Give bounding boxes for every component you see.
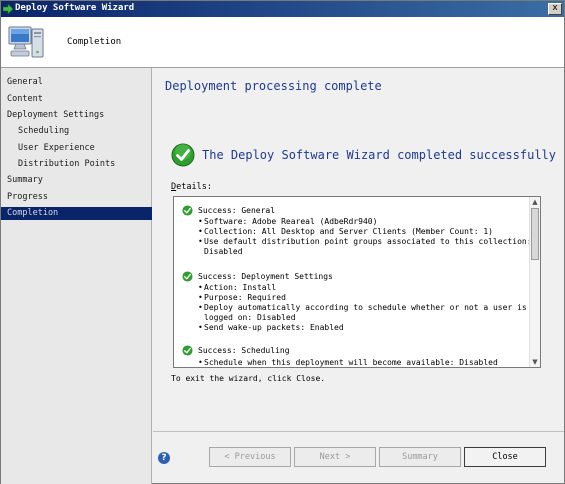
wizard-sidebar: General Content Deployment Settings Sche… — [1, 68, 152, 484]
exit-instructions: To exit the wizard, click Close. — [171, 374, 326, 383]
sidebar-item-label: Scheduling — [18, 126, 70, 136]
section-title: Success: Deployment Settings — [198, 272, 333, 281]
sidebar-item-label: Completion — [7, 208, 59, 218]
sidebar-item-completion[interactable]: Completion — [1, 207, 152, 220]
detail-bullet-continuation: logged on: Disabled — [204, 313, 296, 322]
section-title: Success: General — [198, 206, 276, 215]
sidebar-item-label: Deployment Settings — [7, 110, 105, 120]
sidebar-item-label: Content — [7, 94, 43, 104]
success-check-icon — [182, 205, 193, 216]
close-button[interactable]: Close — [464, 447, 546, 467]
page-title: Completion — [67, 37, 122, 47]
detail-bullet: Action: Install — [198, 283, 276, 293]
success-message: The Deploy Software Wizard completed suc… — [202, 148, 557, 162]
scroll-thumb[interactable] — [531, 208, 539, 260]
sidebar-item-deployment-settings[interactable]: Deployment Settings — [1, 109, 152, 122]
next-button[interactable]: Next > — [294, 447, 376, 467]
sidebar-item-label: User Experience — [18, 143, 95, 153]
success-check-icon — [182, 271, 193, 282]
window-title: Deploy Software Wizard — [15, 3, 135, 13]
sidebar-item-progress[interactable]: Progress — [1, 191, 152, 204]
sidebar-item-summary[interactable]: Summary — [1, 174, 152, 187]
success-check-icon — [182, 345, 193, 356]
sidebar-item-user-experience[interactable]: User Experience — [1, 142, 152, 155]
summary-button[interactable]: Summary — [379, 447, 461, 467]
detail-bullet: Software: Adobe Reareal (AdbeRdr940) — [198, 217, 377, 227]
section-title: Success: Scheduling — [198, 346, 290, 355]
sidebar-item-label: Summary — [7, 175, 43, 185]
details-textbox[interactable]: Success: General Software: Adobe Reareal… — [173, 196, 541, 368]
computer-icon — [8, 26, 44, 58]
details-label-rest: etails: — [176, 182, 212, 192]
help-icon[interactable]: ? — [158, 452, 170, 464]
main-heading: Deployment processing complete — [165, 79, 382, 93]
wizard-arrow-icon — [3, 4, 13, 14]
detail-bullet: Schedule when this deployment will becom… — [198, 358, 498, 367]
detail-bullet: Deploy automatically according to schedu… — [198, 303, 527, 313]
details-scrollbar[interactable]: ▲ ▼ — [529, 197, 540, 367]
details-label: Details: — [171, 182, 212, 192]
sidebar-item-content[interactable]: Content — [1, 93, 152, 106]
detail-bullet: Use default distribution point groups as… — [198, 237, 532, 247]
wizard-footer: ? < Previous Next > Summary Close — [153, 431, 564, 483]
scroll-down-arrow-icon[interactable]: ▼ — [530, 357, 540, 367]
sidebar-item-general[interactable]: General — [1, 76, 152, 89]
success-check-icon — [171, 143, 195, 167]
sidebar-item-scheduling[interactable]: Scheduling — [1, 125, 152, 138]
title-bar[interactable]: Deploy Software Wizard x — [1, 1, 564, 17]
previous-button[interactable]: < Previous — [209, 447, 291, 467]
sidebar-item-label: General — [7, 77, 43, 87]
detail-bullet: Purpose: Required — [198, 293, 286, 303]
wizard-window: Deploy Software Wizard x Completion Gene… — [0, 0, 565, 484]
sidebar-item-label: Distribution Points — [18, 159, 116, 169]
window-close-button[interactable]: x — [548, 3, 562, 15]
scroll-up-arrow-icon[interactable]: ▲ — [530, 197, 540, 207]
detail-bullet: Collection: All Desktop and Server Clien… — [198, 227, 493, 237]
detail-bullet: Send wake-up packets: Enabled — [198, 323, 344, 333]
sidebar-item-distribution-points[interactable]: Distribution Points — [1, 158, 152, 171]
sidebar-item-label: Progress — [7, 192, 48, 202]
detail-bullet-continuation: Disabled — [204, 247, 243, 256]
main-panel: Deployment processing complete The Deplo… — [153, 68, 564, 440]
wizard-header: Completion — [1, 17, 564, 68]
